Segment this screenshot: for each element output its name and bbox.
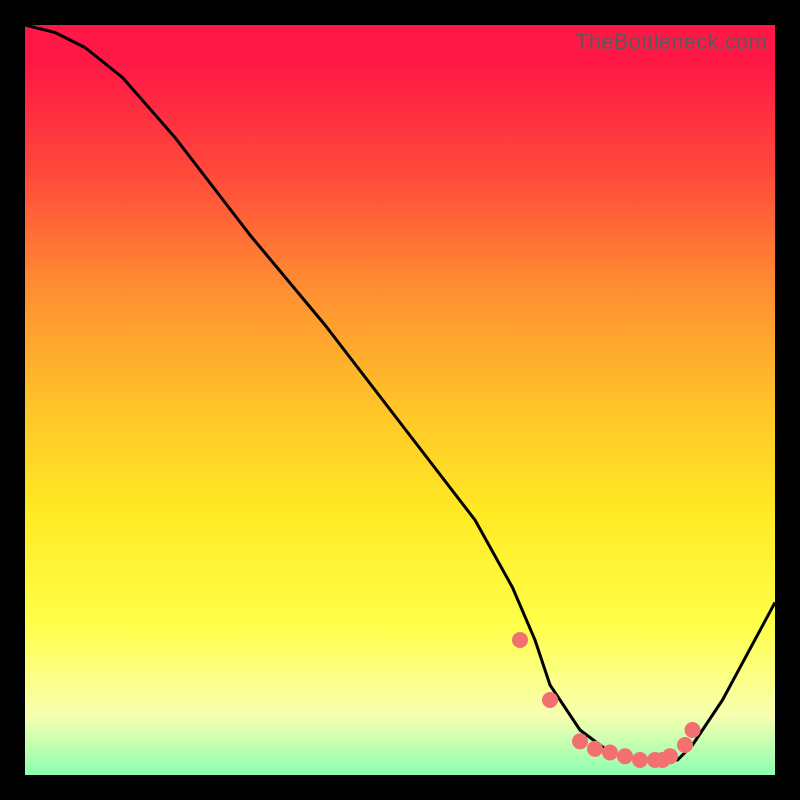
bottleneck-curve	[25, 25, 775, 760]
marker-point	[602, 745, 618, 761]
marker-point	[587, 741, 603, 757]
watermark-text: TheBottleneck.com	[575, 29, 767, 55]
marker-point	[685, 722, 701, 738]
marker-point	[572, 733, 588, 749]
marker-point	[677, 737, 693, 753]
marker-point	[617, 748, 633, 764]
chart-svg	[25, 25, 775, 775]
marker-point	[542, 692, 558, 708]
marker-point	[662, 748, 678, 764]
chart-frame: TheBottleneck.com	[0, 0, 800, 800]
marker-point	[632, 752, 648, 768]
marker-point	[512, 632, 528, 648]
plot-area: TheBottleneck.com	[25, 25, 775, 775]
